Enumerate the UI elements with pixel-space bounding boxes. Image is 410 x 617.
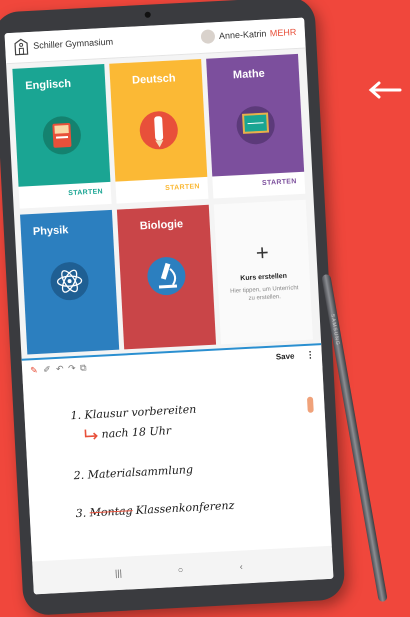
note-line-2: 2. Materialsammlung xyxy=(73,462,194,483)
start-button[interactable]: STARTEN xyxy=(262,178,297,187)
school-icon xyxy=(14,38,29,56)
home-icon[interactable]: ○ xyxy=(178,565,184,575)
avatar[interactable] xyxy=(200,29,216,44)
atom-icon xyxy=(56,269,83,293)
back-icon[interactable]: ‹ xyxy=(239,562,243,572)
save-button[interactable]: Save xyxy=(276,352,295,362)
start-button[interactable]: STARTEN xyxy=(68,188,103,197)
more-button[interactable]: MEHR xyxy=(270,27,297,38)
copy-icon[interactable]: ⧉ xyxy=(80,362,87,373)
chalkboard-icon xyxy=(242,112,270,134)
pencil-icon xyxy=(154,116,164,148)
camera xyxy=(144,11,151,18)
course-card-englisch[interactable]: Englisch STARTEN xyxy=(12,64,112,209)
add-course-card[interactable]: + Kurs erstellen Hier tippen, um Unterri… xyxy=(213,199,313,345)
pointer-arrow-icon xyxy=(368,81,402,99)
more-options-icon[interactable]: ⋮ xyxy=(305,349,315,360)
school-name: Schiller Gymnasium xyxy=(32,36,114,51)
pen-tool-icon[interactable]: ✎ xyxy=(30,365,38,376)
redo-icon[interactable]: ↷ xyxy=(68,363,76,374)
note-line-3-prefix: 3. xyxy=(75,506,87,521)
course-card-deutsch[interactable]: Deutsch STARTEN xyxy=(109,58,209,204)
course-grid: Englisch STARTEN Deutsch STARTEN Mathe S… xyxy=(12,53,315,357)
course-card-physik[interactable]: Physik xyxy=(20,209,120,355)
add-course-title: Kurs erstellen xyxy=(240,272,288,283)
scroll-indicator[interactable] xyxy=(306,396,314,413)
highlighter-icon[interactable]: ✐ xyxy=(43,364,51,375)
recent-apps-icon[interactable]: ||| xyxy=(115,568,123,578)
note-line-1-sub: nach 18 Uhr xyxy=(101,424,172,441)
note-line-3-struck: Montag xyxy=(89,504,134,520)
plus-icon: + xyxy=(255,239,270,266)
tablet-device: Schiller Gymnasium Anne-Katrin MEHR Engl… xyxy=(0,0,346,617)
user-name[interactable]: Anne-Katrin xyxy=(219,29,267,41)
note-line-3-rest: Klassenkonferenz xyxy=(135,498,235,518)
screen: Schiller Gymnasium Anne-Katrin MEHR Engl… xyxy=(4,17,334,595)
start-button[interactable]: STARTEN xyxy=(165,183,200,192)
course-card-mathe[interactable]: Mathe STARTEN xyxy=(206,53,306,199)
arrow-icon xyxy=(84,429,98,440)
undo-icon[interactable]: ↶ xyxy=(56,364,64,375)
book-icon xyxy=(52,123,72,148)
handwritten-notes[interactable]: 1. Klausur vorbereiten nach 18 Uhr 2. Ma… xyxy=(22,366,332,562)
add-course-hint: Hier tippen, um Unterricht zu erstellen. xyxy=(229,285,299,302)
note-line-1: 1. Klausur vorbereiten xyxy=(70,402,197,423)
microscope-icon xyxy=(158,262,178,289)
course-card-biologie[interactable]: Biologie xyxy=(116,204,217,350)
